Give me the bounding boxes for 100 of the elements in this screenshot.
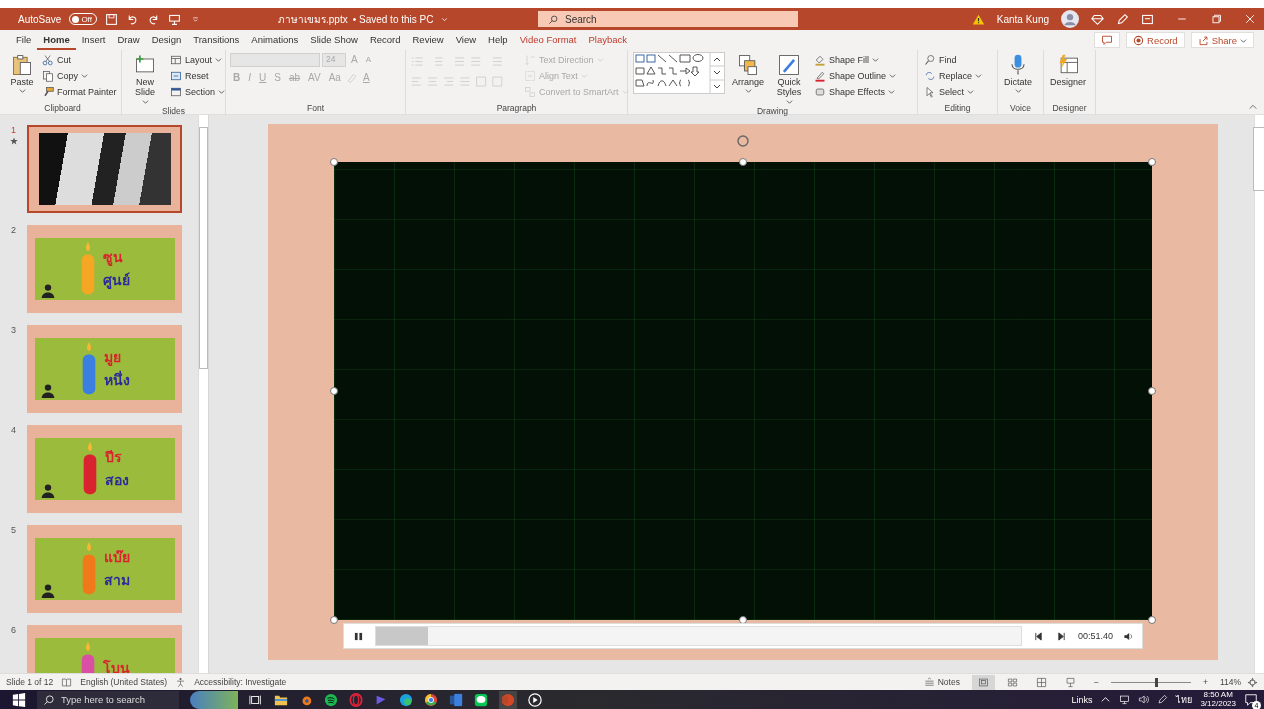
resize-handle[interactable] [1148, 387, 1156, 395]
rotate-handle[interactable] [736, 134, 750, 148]
notes-button[interactable]: Notes [917, 674, 966, 690]
caret-icon [975, 72, 983, 79]
chat-app-icon[interactable] [474, 692, 488, 707]
notification-icon[interactable] [1244, 692, 1258, 707]
input-language[interactable]: ไทย [1176, 692, 1193, 707]
replace-button[interactable]: Replace [922, 68, 985, 83]
resize-handle[interactable] [330, 387, 338, 395]
dictate-button[interactable]: Dictate [1002, 52, 1034, 96]
shape-outline-button[interactable]: Shape Outline [812, 68, 899, 83]
shape-effects-button[interactable]: Shape Effects [812, 84, 899, 99]
find-button[interactable]: Find [922, 52, 985, 67]
zoom-percent[interactable]: 114% [1219, 677, 1241, 687]
present-icon[interactable] [167, 12, 181, 26]
avatar-icon[interactable] [1061, 10, 1079, 28]
accessibility-icon[interactable] [175, 676, 187, 688]
video-time: 00:51.40 [1077, 631, 1113, 641]
record-button[interactable]: Record [1126, 32, 1185, 48]
resize-handle[interactable] [1148, 616, 1156, 624]
menu-tab[interactable]: View [449, 30, 483, 50]
menu-tab[interactable]: Slide Show [304, 30, 364, 50]
slide-thumbnail[interactable] [27, 125, 182, 213]
diamond-icon[interactable] [1091, 12, 1104, 26]
designer-button[interactable]: Designer [1048, 52, 1089, 89]
comments-button[interactable] [1094, 32, 1120, 48]
menu-tab[interactable]: Playback [582, 30, 634, 50]
app-icon[interactable] [324, 692, 338, 707]
restore-icon[interactable] [1210, 13, 1222, 25]
menu-tab[interactable]: Help [482, 30, 514, 50]
resize-handle[interactable] [330, 158, 338, 166]
search-icon[interactable] [548, 13, 559, 25]
progress-track[interactable] [375, 626, 1022, 646]
slide-thumbnail[interactable]: ปีร สอง [27, 425, 182, 513]
shapes-gallery[interactable] [632, 52, 726, 94]
volume-icon[interactable] [1138, 694, 1150, 705]
chevron-up-icon[interactable] [1100, 694, 1112, 705]
close-icon[interactable] [1244, 13, 1256, 25]
ribbon-display-icon[interactable] [1141, 12, 1154, 26]
accessibility-status[interactable]: Accessibility: Investigate [194, 677, 287, 687]
menu-tab[interactable]: Animations [245, 30, 305, 50]
thai-word: สาม [103, 573, 130, 589]
resize-handle[interactable] [1148, 158, 1156, 166]
scrollbar[interactable] [198, 115, 208, 673]
paste-button[interactable]: Paste [8, 52, 36, 96]
language-indicator[interactable]: English (United States) [80, 677, 168, 687]
cut-button[interactable]: Cut [40, 52, 119, 67]
zoom-slider-thumb[interactable] [1154, 677, 1158, 687]
menu-tab[interactable]: File [10, 30, 38, 50]
resize-handle[interactable] [330, 616, 338, 624]
pen-icon[interactable] [1157, 694, 1169, 705]
caret-icon [18, 87, 26, 95]
menu-tab[interactable]: Record [363, 30, 407, 50]
menu-tab[interactable]: Draw [111, 30, 146, 50]
share-button[interactable]: Share [1190, 32, 1254, 48]
slide-thumbnail[interactable]: แบ๊ย สาม [27, 525, 182, 613]
links-toolbar[interactable]: Links [1071, 694, 1093, 705]
zoom-in-button[interactable]: + [1196, 674, 1214, 690]
caret-icon [1014, 87, 1022, 95]
save-icon[interactable] [104, 12, 118, 26]
copy-button[interactable]: Copy [40, 68, 119, 83]
section-button[interactable]: Section [168, 84, 228, 99]
taskbar-search-field[interactable]: Type here to search [61, 694, 171, 705]
search-box[interactable]: Search [538, 11, 798, 27]
arrange-button[interactable]: Arrange [730, 52, 767, 96]
select-button[interactable]: Select [922, 84, 985, 99]
menu-tab[interactable]: Review [406, 30, 450, 50]
zoom-out-button[interactable]: − [1087, 674, 1105, 690]
menu-tab[interactable]: Transitions [187, 30, 246, 50]
layout-button[interactable]: Layout [168, 52, 228, 67]
format-painter-button[interactable]: Format Painter [40, 84, 119, 99]
book-icon[interactable] [61, 676, 73, 688]
clock-time[interactable]: 8:50 AM [1203, 690, 1233, 700]
shape-fill-button[interactable]: Shape Fill [812, 52, 899, 67]
menu-tab[interactable]: Video Format [513, 30, 583, 50]
new-slide-button[interactable]: New Slide [126, 52, 164, 106]
view-button[interactable] [971, 674, 995, 690]
scrollbar[interactable] [1254, 115, 1264, 673]
menu-tab[interactable]: Insert [75, 30, 112, 50]
clock-date[interactable]: 3/12/2023 [1200, 699, 1236, 709]
slide-thumbnail[interactable]: ซูน ศูนย์ [27, 225, 182, 313]
warning-icon[interactable] [971, 12, 985, 26]
weather-widget-picture[interactable] [190, 690, 238, 709]
arrange-icon [736, 53, 760, 77]
reset-button[interactable]: Reset [168, 68, 228, 83]
windows-start-icon[interactable] [12, 692, 26, 707]
menu-tab[interactable]: Design [145, 30, 188, 50]
search-field[interactable]: Search [565, 13, 765, 25]
slide-thumbnail[interactable]: มูย หนึ่ง [27, 325, 182, 413]
resize-handle[interactable] [739, 158, 747, 166]
fit-slide-icon[interactable] [1247, 676, 1258, 688]
pen-icon[interactable] [1116, 12, 1129, 26]
search-icon[interactable] [43, 693, 55, 706]
app-icon[interactable] [424, 692, 438, 707]
taskbar-search-box[interactable]: Type here to search [37, 690, 179, 709]
quick-styles-button[interactable]: Quick Styles [770, 52, 809, 106]
app-icon[interactable] [399, 692, 413, 707]
play-app-icon[interactable] [528, 692, 542, 707]
network-icon[interactable] [1119, 694, 1131, 705]
presentation-app-icon[interactable] [499, 690, 517, 709]
